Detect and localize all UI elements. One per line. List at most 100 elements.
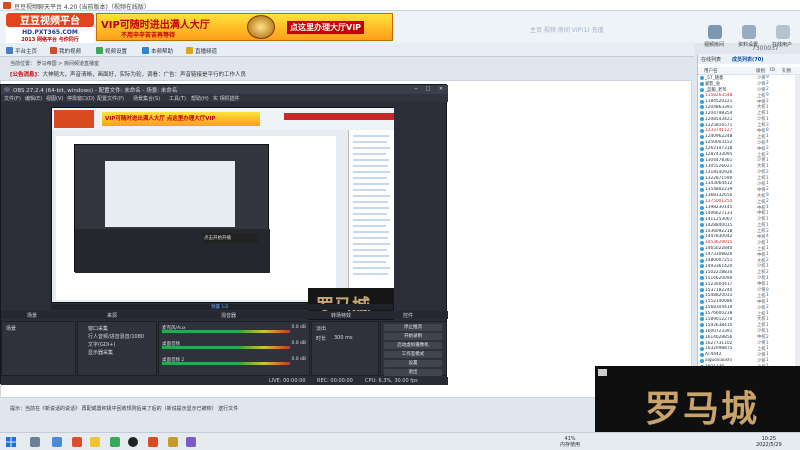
menu-profile[interactable]: 配置文件(P) (97, 95, 124, 102)
file-explorer-icon[interactable] (90, 437, 100, 447)
start-recording-button[interactable]: 开始录制 (384, 333, 442, 340)
user-gift-count: 1 (766, 328, 769, 334)
source-item[interactable]: 行人音频/进音混音/1080 (88, 333, 144, 340)
user-name: 1537182240 (705, 287, 733, 293)
stop-streaming-button[interactable]: 停止推流 (384, 324, 442, 331)
memory-usage[interactable]: 41% 内存使用 (560, 436, 580, 448)
tab-online-list[interactable]: 在线列表 (701, 56, 721, 63)
user-list-header: 用户名 级别 ID 礼物 (698, 67, 800, 75)
mixer-channel[interactable]: 桌面音频 0.0 dB (162, 341, 308, 351)
search-icon[interactable] (30, 437, 40, 447)
source-item[interactable]: 文字(GDI+) (88, 341, 115, 348)
obs-taskbar-icon[interactable] (128, 437, 138, 447)
video-app-icon[interactable] (148, 437, 158, 447)
obs-preview[interactable]: VIP可随时进出满人大厅 点这里办理大厅VIP 点击开始开播 (51, 107, 394, 320)
windows-start-icon[interactable] (6, 437, 16, 447)
user-status-icon (700, 111, 704, 116)
minimize-button[interactable]: ─ (412, 86, 420, 93)
transition-duration[interactable]: 300 ms (334, 335, 353, 341)
menu-file[interactable]: 文件(F) (4, 95, 21, 102)
sources-dock[interactable]: 窗口采集 行人音频/进音混音/1080 文字(GDI+) 显示器采集 (77, 321, 157, 376)
source-item[interactable]: 显示器采集 (88, 349, 113, 356)
exit-button[interactable]: 退出 (384, 369, 442, 376)
user-status-icon (700, 75, 704, 80)
folder-icon[interactable] (168, 437, 178, 447)
user-name: 1240962248 (705, 134, 733, 140)
site-logo[interactable]: 豆豆视频平台 HD.PXT365.COM 2013 网络平台 与你同行 (6, 13, 94, 43)
user-status-icon (700, 93, 704, 98)
obs-window[interactable]: OBS 27.2.4 (64-bit, windows) - 配置文件: 未命名… (0, 84, 448, 385)
ad-main-text: VIP可随时进出满人大厅 (101, 20, 210, 31)
obs-title-bar[interactable]: OBS 27.2.4 (64-bit, windows) - 配置文件: 未命名… (1, 85, 448, 94)
source-item[interactable]: 窗口采集 (88, 325, 108, 332)
ad-cta-text: 点这里办理大厅VIP (287, 21, 365, 34)
user-name: 1343064412 (705, 181, 733, 187)
user-name: 1548820031 (705, 293, 733, 299)
mixer-channel[interactable]: 桌面音频 2 0.0 dB (162, 357, 308, 367)
user-gift-count: 4 (766, 140, 769, 146)
toolbar-live-channel[interactable]: 直播频道 (186, 46, 217, 55)
preview-user-list (348, 130, 394, 304)
user-gift-count: 1 (766, 210, 769, 216)
user-status-icon (700, 264, 704, 269)
scenes-dock[interactable]: 场景 (1, 321, 76, 376)
maximize-button[interactable]: □ (424, 86, 432, 93)
user-status-icon (700, 205, 704, 210)
virtual-camera-button[interactable]: 启动虚拟摄像机 (384, 342, 442, 349)
menu-scene-collection[interactable]: 场景集合(S) (133, 95, 160, 102)
close-button[interactable]: ✕ (437, 86, 445, 93)
media-icon[interactable] (186, 437, 196, 447)
preview-nested-obs (74, 144, 270, 273)
toolbar-help[interactable]: 本频帮助 (142, 46, 173, 55)
toolbar-video-settings[interactable]: 视频设置 (96, 46, 127, 55)
menu-help[interactable]: 帮助(H) (191, 95, 209, 102)
user-name: 1614028856 (705, 334, 733, 340)
settings-icon[interactable] (742, 25, 756, 39)
user-name: aiguoxiaoshi (705, 358, 732, 364)
volume-meter[interactable] (162, 362, 290, 365)
user-status-icon (700, 146, 704, 151)
user-status-icon (700, 158, 704, 163)
clock[interactable]: 10:25 2022/5/29 (756, 436, 782, 448)
volume-meter[interactable] (162, 330, 290, 333)
user-gift-count: 1 (766, 116, 769, 122)
studio-mode-button[interactable]: 工作室模式 (384, 351, 442, 358)
user-gift-count: 2 (766, 258, 769, 264)
transitions-dock[interactable]: 淡出 时长 300 ms (311, 321, 379, 376)
home-icon (6, 47, 13, 54)
help-icon (142, 47, 149, 54)
ad-sub-text: 不用辛辛苦苦再等待 (121, 32, 176, 39)
menu-edit[interactable]: 编辑(E) (25, 95, 42, 102)
menu-dock[interactable]: 停靠窗口(D) (67, 95, 95, 102)
toolbar-home[interactable]: 平台主页 (6, 46, 37, 55)
video-overlay[interactable]: 罗马城 (595, 366, 800, 432)
user-name: _蓝鲸_老爷 (705, 87, 727, 93)
vip-ad-banner[interactable]: VIP可随时进出满人大厅 不用辛辛苦苦再等待 点这里办理大厅VIP (96, 13, 393, 41)
chat-app-icon[interactable] (72, 437, 82, 447)
channel-icon (186, 47, 193, 54)
user-status-icon (700, 134, 704, 139)
mixer-channel[interactable]: 麦克风/Aux 0.0 dB (162, 325, 308, 335)
toolbar-my-video[interactable]: 我的视频 (50, 46, 81, 55)
user-status-icon (700, 193, 704, 198)
menu-view[interactable]: 视图(V) (46, 95, 63, 102)
preview-logo (54, 110, 94, 128)
video-window-icon (598, 369, 607, 376)
user-name: 1375001254 (705, 199, 733, 205)
online-users-icon[interactable] (776, 25, 790, 39)
task-view-icon[interactable] (52, 437, 62, 447)
settings-button[interactable]: 设置 (384, 360, 442, 367)
user-gift-count: 1 (766, 134, 769, 140)
scene-item[interactable]: 场景 (6, 325, 16, 332)
video-room-icon[interactable] (708, 25, 722, 39)
mixer-dock[interactable]: 麦克风/Aux 0.0 dB 桌面音频 0.0 dB 桌面音频 2 0.0 dB (158, 321, 310, 376)
user-gift-count: 2 (766, 169, 769, 175)
volume-meter[interactable] (162, 346, 290, 349)
menu-tools[interactable]: 工具(T) (169, 95, 186, 102)
transition-type[interactable]: 淡出 (316, 325, 326, 332)
menu-camera-plugin[interactable]: 实 相机插件 (213, 95, 240, 102)
tab-member-list[interactable]: 成员列表(70) (732, 56, 764, 63)
user-name: 1523004417 (705, 281, 733, 287)
user-name: 1204798354 (705, 110, 733, 116)
browser-icon[interactable] (110, 437, 120, 447)
